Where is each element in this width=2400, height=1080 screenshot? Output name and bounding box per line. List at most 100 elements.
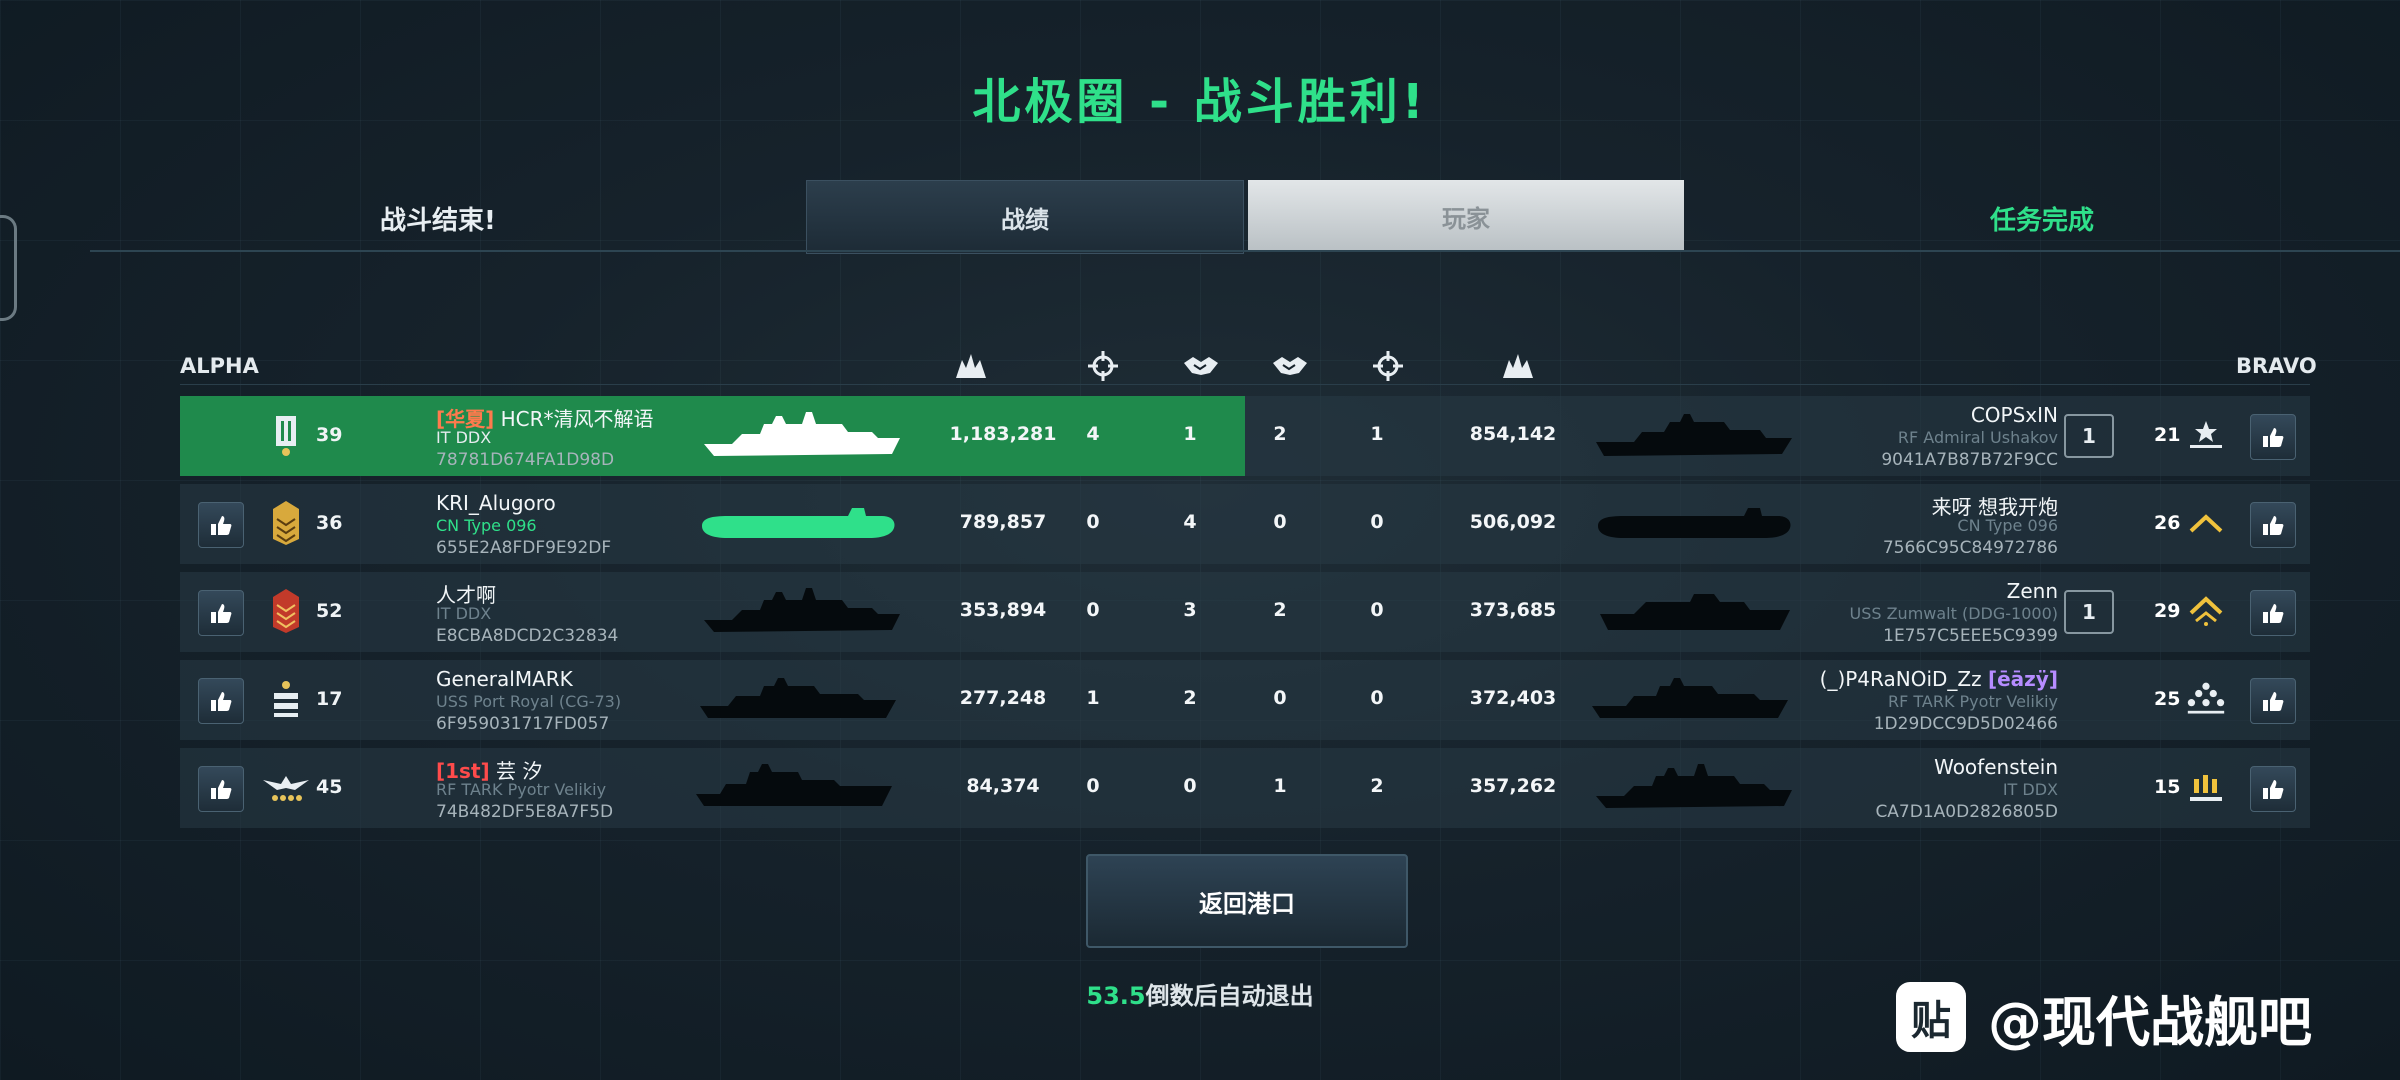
ship-name: USS Port Royal (CG-73) bbox=[436, 692, 622, 711]
ship-name: IT DDX bbox=[2002, 780, 2058, 799]
like-button[interactable] bbox=[198, 502, 244, 548]
rank-insignia-icon bbox=[268, 410, 304, 460]
team-bravo-label: BRAVO bbox=[2236, 354, 2317, 378]
player-id: 6F959031717FD057 bbox=[436, 714, 610, 734]
damage-value: 84,374 bbox=[966, 775, 1040, 797]
ship-silhouette bbox=[704, 412, 900, 456]
assists-value: 2 bbox=[1273, 599, 1287, 621]
clan-tag: [ēāzÿ] bbox=[1987, 667, 2058, 691]
ship-name: RF Admiral Ushakov bbox=[1897, 428, 2058, 447]
thumbs-up-icon bbox=[211, 692, 232, 711]
like-button[interactable] bbox=[2250, 414, 2296, 460]
rank-insignia-icon bbox=[268, 586, 304, 636]
like-button[interactable] bbox=[198, 678, 244, 724]
assists-value: 1 bbox=[1183, 423, 1197, 445]
kills-value: 4 bbox=[1086, 423, 1100, 445]
player-id: 1E757C5EEE5C9399 bbox=[1883, 626, 2058, 646]
table-row: 45 [1st] 芸 汐 RF TARK Pyotr Velikiy 74B48… bbox=[180, 748, 2310, 828]
like-button[interactable] bbox=[2250, 590, 2296, 636]
rank-insignia-icon bbox=[2186, 412, 2226, 458]
ship-silhouette bbox=[1596, 414, 1792, 456]
squad-badge: 1 bbox=[2064, 414, 2114, 458]
table-row: 17 GeneralMARK USS Port Royal (CG-73) 6F… bbox=[180, 660, 2310, 740]
target-icon bbox=[1368, 350, 1408, 382]
player-name-text: HCR*清风不解语 bbox=[500, 407, 654, 431]
damage-value: 1,183,281 bbox=[949, 423, 1057, 445]
side-panel-handle[interactable] bbox=[0, 215, 17, 321]
assists-value: 0 bbox=[1273, 687, 1287, 709]
ship-silhouette bbox=[1598, 508, 1791, 538]
rank-insignia-icon bbox=[2186, 588, 2226, 634]
ship-name: RF TARK Pyotr Velikiy bbox=[1887, 692, 2058, 711]
countdown-seconds: 53.5 bbox=[1086, 982, 1146, 1010]
ship-name: IT DDX bbox=[436, 428, 492, 447]
thumbs-up-icon bbox=[2263, 780, 2284, 799]
player-name[interactable]: COPSxIN bbox=[1971, 403, 2058, 427]
target-icon bbox=[1083, 350, 1123, 382]
return-to-port-button[interactable]: 返回港口 bbox=[1086, 854, 1408, 948]
mission-complete-label: 任务完成 bbox=[1990, 206, 2095, 236]
ship-silhouette bbox=[1592, 678, 1788, 718]
damage-value: 789,857 bbox=[959, 511, 1047, 533]
like-button[interactable] bbox=[2250, 678, 2296, 724]
player-name[interactable]: Woofenstein bbox=[1934, 755, 2058, 779]
player-name[interactable]: (_)P4RaNOiD_Zz [ēāzÿ] bbox=[1820, 667, 2058, 691]
ship-name: USS Zumwalt (DDG-1000) bbox=[1849, 604, 2058, 623]
damage-icon bbox=[1498, 350, 1538, 382]
ship-name: RF TARK Pyotr Velikiy bbox=[436, 780, 607, 799]
assists-value: 2 bbox=[1273, 423, 1287, 445]
damage-value: 854,142 bbox=[1469, 423, 1557, 445]
thumbs-up-icon bbox=[2263, 428, 2284, 447]
ship-silhouette bbox=[1596, 764, 1792, 808]
player-name-text: KRI_Alugoro bbox=[436, 491, 556, 515]
tab-stats[interactable]: 战绩 bbox=[806, 180, 1244, 254]
tab-players[interactable]: 玩家 bbox=[1248, 180, 1684, 252]
rank-insignia-icon bbox=[2186, 500, 2226, 546]
header-divider bbox=[90, 250, 2400, 252]
watermark-text: @现代战舰吧 bbox=[1988, 990, 2312, 1054]
assists-value: 3 bbox=[1183, 599, 1197, 621]
player-id: E8CBA8DCD2C32834 bbox=[436, 626, 619, 646]
thumbs-up-icon bbox=[211, 604, 232, 623]
player-name-text: COPSxIN bbox=[1970, 403, 2058, 427]
ship-silhouette bbox=[1600, 594, 1790, 630]
player-level: 36 bbox=[316, 512, 343, 534]
like-button[interactable] bbox=[2250, 766, 2296, 812]
squad-badge: 1 bbox=[2064, 590, 2114, 634]
kills-value: 2 bbox=[1370, 775, 1384, 797]
kills-value: 0 bbox=[1370, 687, 1384, 709]
player-name[interactable]: Zenn bbox=[2007, 579, 2058, 603]
rank-insignia-icon bbox=[268, 674, 304, 724]
player-id: 1D29DCC9D5D02466 bbox=[1873, 714, 2058, 734]
player-name[interactable]: KRI_Alugoro bbox=[436, 491, 556, 515]
player-level: 17 bbox=[316, 688, 343, 710]
battle-over-label: 战斗结束! bbox=[380, 206, 496, 236]
thumbs-up-icon bbox=[2263, 692, 2284, 711]
kills-value: 1 bbox=[1370, 423, 1384, 445]
ship-silhouette bbox=[702, 508, 895, 538]
player-level: 25 bbox=[2154, 688, 2181, 710]
player-level: 39 bbox=[316, 424, 343, 446]
like-button[interactable] bbox=[198, 766, 244, 812]
watermark: 贴 @现代战舰吧 bbox=[1896, 980, 2312, 1054]
player-name-text: GeneralMARK bbox=[436, 667, 573, 691]
damage-icon bbox=[951, 350, 991, 382]
handshake-icon bbox=[1270, 350, 1310, 382]
like-button[interactable] bbox=[198, 590, 244, 636]
damage-value: 506,092 bbox=[1469, 511, 1557, 533]
thumbs-up-icon bbox=[2263, 604, 2284, 623]
kills-value: 0 bbox=[1086, 511, 1100, 533]
assists-value: 1 bbox=[1273, 775, 1287, 797]
player-name-text: (_)P4RaNOiD_Zz bbox=[1819, 667, 1982, 691]
countdown-text: 倒数后自动退出 bbox=[1145, 982, 1314, 1010]
thumbs-up-icon bbox=[211, 516, 232, 535]
player-name[interactable]: GeneralMARK bbox=[436, 667, 573, 691]
player-id: 655E2A8FDF9E92DF bbox=[436, 538, 612, 558]
kills-value: 0 bbox=[1086, 599, 1100, 621]
kills-value: 0 bbox=[1370, 511, 1384, 533]
team-alpha-label: ALPHA bbox=[180, 354, 259, 378]
like-button[interactable] bbox=[2250, 502, 2296, 548]
ship-name: CN Type 096 bbox=[436, 516, 537, 535]
assists-value: 4 bbox=[1183, 511, 1197, 533]
player-id: 74B482DF5E8A7F5D bbox=[436, 802, 614, 822]
